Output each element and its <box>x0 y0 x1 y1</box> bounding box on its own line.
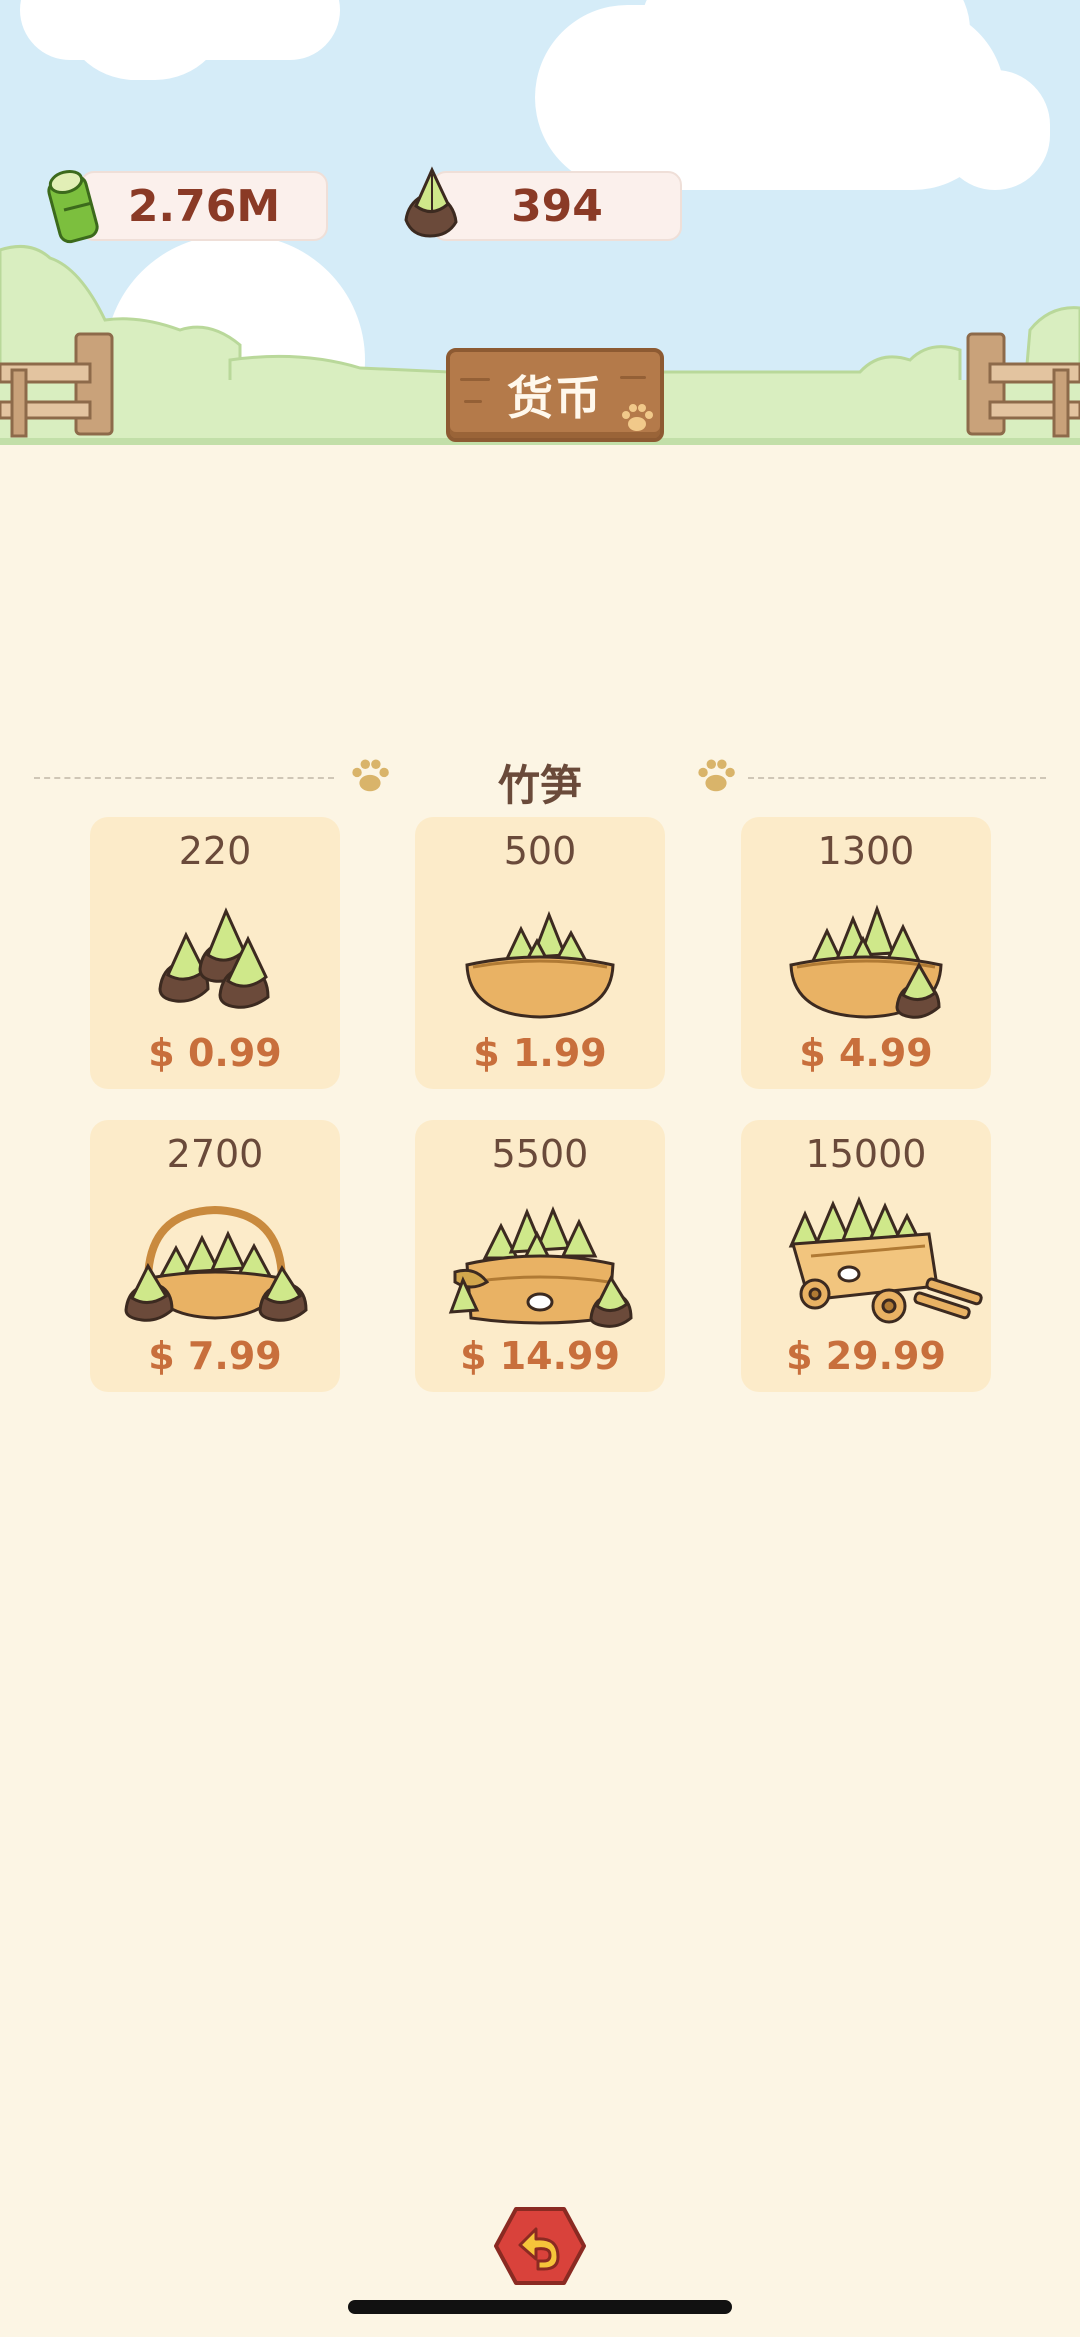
bamboo-amount: 2.76M <box>127 180 281 232</box>
small-pile-icon <box>158 907 270 1009</box>
bamboo-icon <box>47 169 99 244</box>
pack-card-220[interactable]: 220 $ 0.99 <box>90 817 340 1089</box>
shoot-balance: 394 <box>432 171 682 241</box>
paw-icon <box>352 759 389 792</box>
section-title: 竹笋 <box>497 761 582 810</box>
pack-quantity: 2700 <box>166 1132 264 1176</box>
divider-left <box>34 777 334 779</box>
pack-price: $ 0.99 <box>148 1031 282 1075</box>
cart-icon <box>788 1196 983 1324</box>
sign-label: 货币 <box>507 371 603 425</box>
basket-icon <box>124 1205 308 1322</box>
bamboo-balance: 2.76M <box>80 171 328 241</box>
shoot-amount: 394 <box>511 180 603 232</box>
pack-price: $ 1.99 <box>473 1031 607 1075</box>
fence-left <box>0 332 114 438</box>
pack-card-1300[interactable]: 1300 $ 4.99 <box>741 817 991 1089</box>
currency-sign: 货币 <box>446 348 664 442</box>
pack-card-2700[interactable]: 2700 $ 7.99 <box>90 1120 340 1392</box>
pack-price: $ 29.99 <box>786 1334 946 1378</box>
paw-icon <box>698 759 735 792</box>
bowl-icon <box>465 910 615 1019</box>
back-button[interactable] <box>492 2205 588 2287</box>
paw-icon <box>622 404 653 431</box>
steamer-icon <box>448 1206 633 1328</box>
full-bowl-icon <box>789 904 943 1019</box>
pack-card-15000[interactable]: 15000 $ 29.99 <box>741 1120 991 1392</box>
pack-quantity: 5500 <box>491 1132 589 1176</box>
pack-card-500[interactable]: 500 $ 1.99 <box>415 817 665 1089</box>
pack-price: $ 4.99 <box>799 1031 933 1075</box>
pack-quantity: 500 <box>503 829 577 873</box>
pack-quantity: 15000 <box>805 1132 927 1176</box>
pack-quantity: 220 <box>178 829 252 873</box>
pack-quantity: 1300 <box>817 829 915 873</box>
pack-price: $ 14.99 <box>460 1334 620 1378</box>
divider-right <box>748 777 1046 779</box>
fence-right <box>966 332 1080 438</box>
bamboo-shoot-icon <box>404 166 458 238</box>
home-indicator <box>348 2300 732 2314</box>
pack-price: $ 7.99 <box>148 1334 282 1378</box>
pack-card-5500[interactable]: 5500 $ 14.99 <box>415 1120 665 1392</box>
